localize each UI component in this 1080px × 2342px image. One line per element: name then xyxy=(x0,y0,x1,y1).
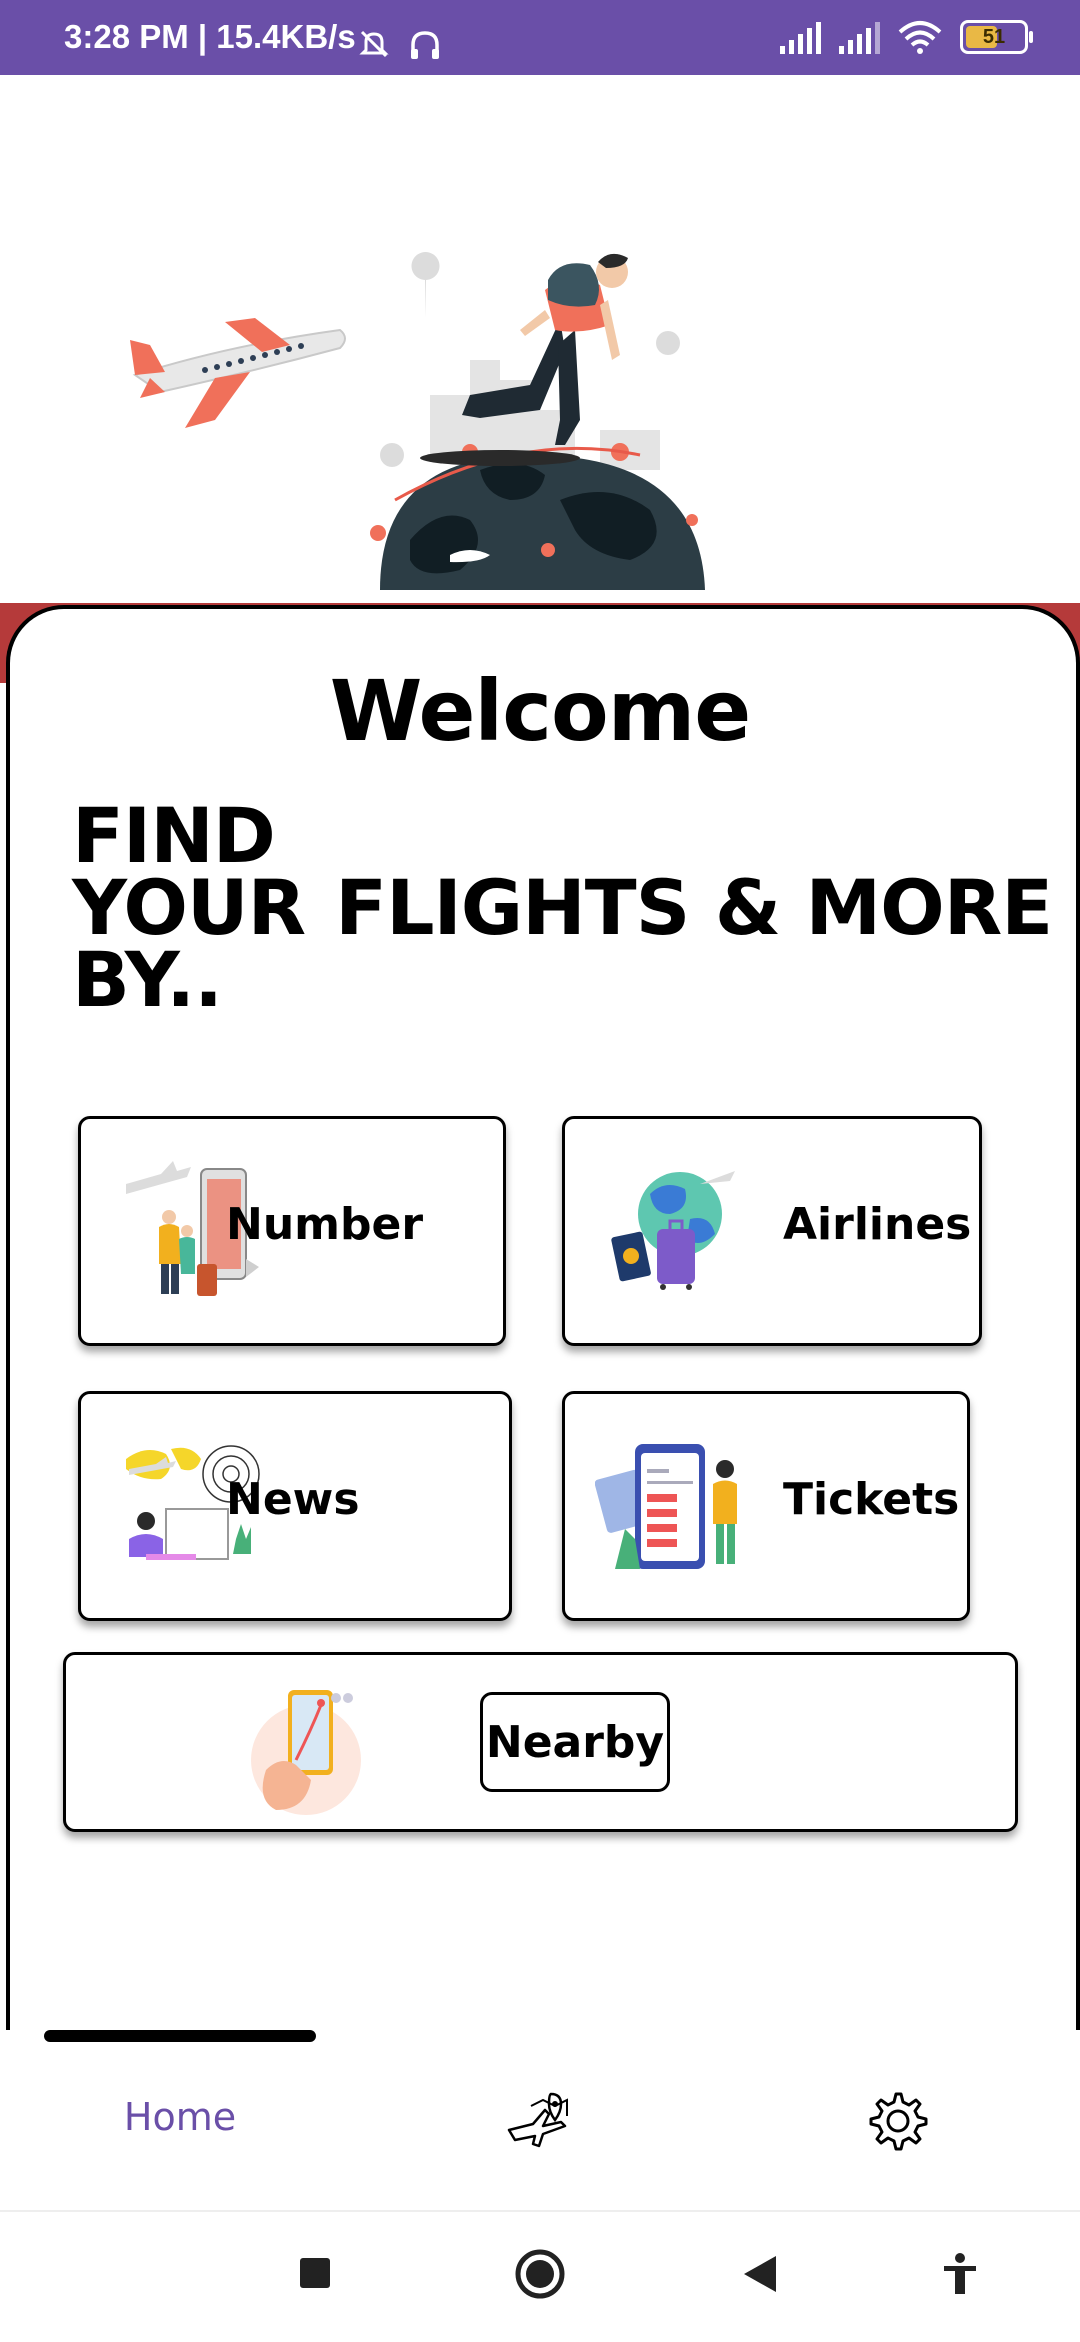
headline-line-3: BY.. xyxy=(72,935,223,1024)
nav-home-tab[interactable]: Home xyxy=(110,2095,250,2150)
headphones-icon xyxy=(411,31,439,59)
mobile-tickets-illustration xyxy=(595,1444,737,1569)
accessibility-icon[interactable] xyxy=(940,2252,980,2296)
nearby-option-card[interactable]: Nearby xyxy=(63,1652,1018,1832)
number-label: Number xyxy=(226,1199,424,1250)
nearby-label: Nearby xyxy=(485,1716,665,1768)
signal-icon xyxy=(839,20,880,54)
battery-icon: 51 xyxy=(960,20,1033,54)
airplane-illustration xyxy=(130,318,346,428)
flight-map-icon[interactable] xyxy=(503,2086,573,2156)
headline: FIND YOUR FLIGHTS & MORE BY.. xyxy=(72,791,1053,1024)
globe-luggage-illustration xyxy=(611,1171,735,1290)
welcome-title: Welcome xyxy=(329,662,751,760)
active-tab-indicator xyxy=(44,2030,316,2042)
tickets-option-card[interactable]: Tickets xyxy=(562,1391,970,1621)
airlines-label: Airlines xyxy=(783,1199,972,1250)
number-option-card[interactable]: Number xyxy=(78,1116,506,1346)
back-triangle-icon[interactable] xyxy=(742,2254,778,2294)
headline-line-1: FIND xyxy=(72,791,276,880)
news-option-card[interactable]: News xyxy=(78,1391,512,1621)
tickets-label: Tickets xyxy=(783,1474,960,1525)
status-bar: 3:28 PM | 15.4KB/s 51 xyxy=(0,0,1080,75)
hero-illustration xyxy=(130,252,705,590)
map-phone-illustration xyxy=(251,1690,361,1815)
recents-square-icon[interactable] xyxy=(298,2256,332,2290)
news-label: News xyxy=(226,1474,360,1525)
settings-gear-icon[interactable] xyxy=(862,2086,930,2154)
status-time: 3:28 PM | 15.4KB/s xyxy=(64,18,356,55)
home-circle-icon[interactable] xyxy=(514,2248,566,2300)
airlines-option-card[interactable]: Airlines xyxy=(562,1116,982,1346)
battery-level: 51 xyxy=(982,25,1006,48)
mute-icon xyxy=(359,30,389,58)
nearby-button[interactable]: Nearby xyxy=(480,1692,670,1792)
headline-line-2b: FLIGHTS & MORE xyxy=(335,863,1053,952)
wifi-icon xyxy=(898,21,942,54)
signal-icon xyxy=(780,20,821,54)
